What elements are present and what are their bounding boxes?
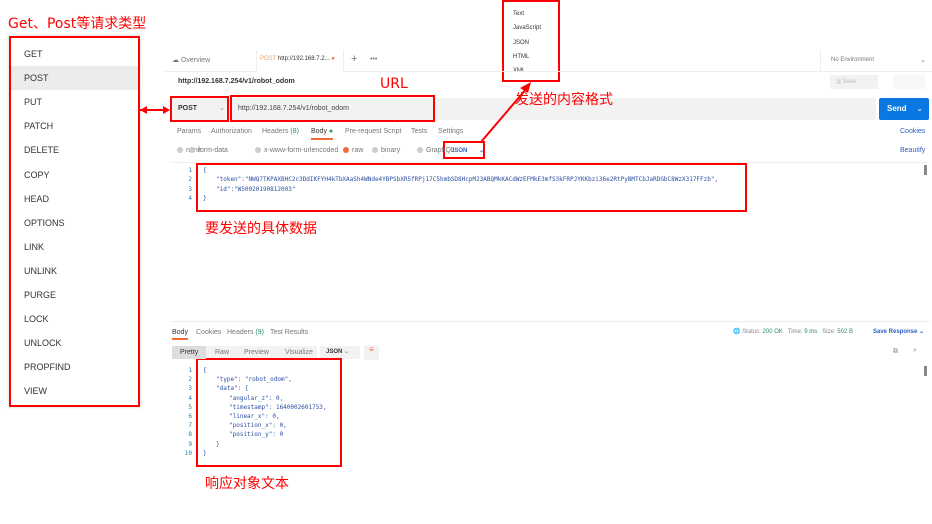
line-number: 5 [188, 403, 192, 411]
radio-icon[interactable] [177, 147, 183, 154]
tab-label: Headers [262, 128, 289, 135]
line-number: 2 [188, 176, 192, 184]
tab-settings[interactable]: Settings [438, 128, 463, 135]
line-number: 2 [188, 376, 192, 384]
body-type-graphql[interactable]: GraphQL [417, 147, 455, 154]
code-line: "type": "robot_odom", [216, 376, 292, 384]
radio-icon[interactable] [189, 147, 195, 154]
code-line: } [203, 194, 207, 202]
body-type-label: form-data [198, 147, 228, 154]
response-tab-headers[interactable]: Headers (9) [227, 329, 264, 336]
tab-authorization[interactable]: Authorization [211, 128, 252, 135]
radio-icon[interactable] [417, 147, 423, 154]
view-visualize[interactable]: Visualize [277, 346, 321, 359]
line-number: 1 [188, 367, 192, 374]
code-line: } [203, 449, 207, 457]
status-dot-icon: ● [328, 128, 334, 135]
line-number: 4 [188, 194, 192, 202]
body-type-form-data[interactable]: form-data [189, 147, 228, 154]
line-number: 1 [188, 167, 192, 174]
line-number: 4 [188, 394, 192, 402]
line-number: 9 [188, 440, 192, 448]
code-line: "id":"W50020190812003" [216, 185, 296, 193]
line-number: 3 [188, 185, 192, 193]
code-line: "position_x": 0, [229, 422, 287, 430]
body-type-label: GraphQL [426, 147, 455, 154]
view-preview[interactable]: Preview [236, 346, 277, 359]
radio-icon[interactable] [343, 147, 349, 154]
code-line: } [216, 440, 220, 448]
code-line: "token":"NWQ7TKPAXBHC2c3DdIKFYH4kTbXAaSh… [216, 176, 719, 184]
radio-icon[interactable] [372, 147, 378, 154]
headers-count: (8) [290, 128, 299, 135]
arrowhead [520, 82, 531, 93]
radio-icon[interactable] [255, 147, 261, 154]
tab-label: Headers [227, 329, 254, 336]
tab-pre-request-script[interactable]: Pre-request Script [345, 128, 401, 135]
arrowhead [163, 106, 170, 114]
line-number: 8 [188, 431, 192, 439]
body-type-label: binary [381, 147, 401, 154]
tab-body[interactable]: Body ● [311, 128, 334, 140]
code-line: "timestamp": 1640002601753, [229, 403, 327, 411]
annotation-arrows [140, 82, 531, 143]
response-tab-cookies[interactable]: Cookies [196, 329, 221, 336]
line-number: 6 [188, 413, 192, 420]
tab-tests[interactable]: Tests [411, 128, 427, 135]
code-line: { [203, 167, 207, 174]
line-number: 7 [188, 422, 192, 430]
code-line: "data": { [216, 385, 249, 393]
response-tab-body[interactable]: Body [172, 329, 188, 340]
body-type-raw[interactable]: raw [343, 147, 363, 154]
body-type-label: raw [352, 147, 364, 154]
response-tab-test-results[interactable]: Test Results [270, 329, 308, 336]
code-line: "position_y": 0 [229, 431, 284, 439]
headers-count: (9) [255, 329, 264, 336]
view-pretty[interactable]: Pretty [172, 346, 207, 359]
body-type-x-www-form-urlencoded[interactable]: x-www-form-urlencoded [255, 147, 338, 154]
code-line: "linear_x": 0, [229, 413, 280, 420]
code-line: "angular_z": 0, [229, 394, 284, 402]
body-type-label: x-www-form-urlencoded [264, 147, 339, 154]
body-type-binary[interactable]: binary [372, 147, 400, 154]
tab-label: Body [311, 128, 327, 135]
line-number: 10 [184, 449, 192, 457]
code-line: { [203, 367, 207, 374]
arrowhead [140, 106, 147, 114]
view-raw[interactable]: Raw [207, 346, 237, 359]
line-number: 3 [188, 385, 192, 393]
tab-params[interactable]: Params [177, 128, 201, 135]
tab-headers[interactable]: Headers (8) [262, 128, 299, 135]
arrow-line [480, 87, 528, 143]
